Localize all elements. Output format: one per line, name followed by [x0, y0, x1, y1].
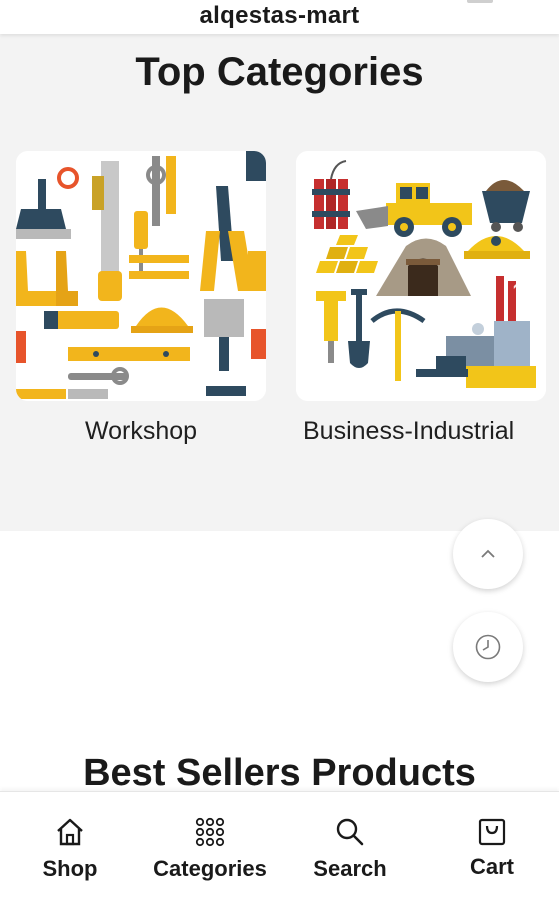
nav-cart[interactable]: Cart [442, 792, 542, 900]
category-card-business-industrial[interactable] [296, 151, 546, 401]
nav-categories[interactable]: Categories [140, 792, 280, 900]
grid-dots-icon [195, 817, 225, 847]
tools-illustration [16, 151, 266, 401]
bottom-navigation: Shop Categories Search Cart [0, 791, 559, 900]
nav-shop-label: Shop [42, 856, 98, 881]
history-button[interactable] [453, 612, 523, 682]
mining-industry-illustration [296, 151, 546, 401]
category-label-business-industrial[interactable]: Business-Industrial [303, 417, 514, 446]
header-corner-mark [467, 0, 493, 3]
category-card-workshop[interactable] [16, 151, 266, 401]
nav-categories-label: Categories [153, 856, 267, 881]
top-categories-section: Top Categories ‹ › Workshop Business-Ind… [0, 34, 559, 531]
carousel-next-icon[interactable]: › [511, 264, 523, 299]
home-icon [57, 818, 83, 846]
nav-search-label: Search [313, 856, 387, 881]
scroll-top-button[interactable] [453, 519, 523, 589]
category-label-workshop[interactable]: Workshop [16, 417, 266, 446]
history-clock-icon [475, 634, 501, 660]
app-header: alqestas-mart [0, 0, 559, 34]
best-sellers-title: Best Sellers Products [83, 752, 476, 794]
nav-cart-label: Cart [469, 854, 514, 879]
chevron-up-icon [481, 549, 495, 558]
store-title: alqestas-mart [199, 2, 360, 29]
nav-search[interactable]: Search [300, 792, 400, 900]
top-categories-title: Top Categories [135, 50, 424, 94]
nav-shop[interactable]: Shop [20, 792, 120, 900]
shopping-bag-icon [478, 818, 506, 846]
carousel-prev-icon[interactable]: ‹ [32, 264, 44, 299]
search-icon [336, 818, 364, 846]
